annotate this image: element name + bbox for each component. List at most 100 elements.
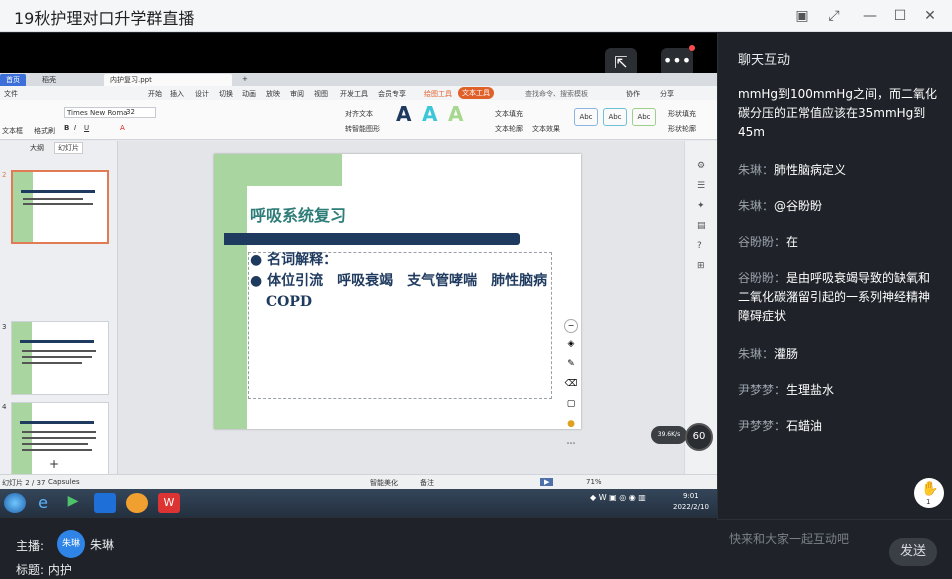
media-icon[interactable]: ▶ xyxy=(62,493,84,513)
avatar[interactable]: 朱琳 xyxy=(57,530,85,558)
menu-slideshow[interactable]: 放映 xyxy=(266,89,280,99)
animate-icon[interactable]: ✦ xyxy=(697,201,705,211)
fullscreen-icon[interactable]: ⤢ xyxy=(824,6,844,26)
align-text-button[interactable]: 对齐文本 xyxy=(345,109,373,119)
zoom-out-icon[interactable]: − xyxy=(564,319,578,333)
menu-animation[interactable]: 动画 xyxy=(242,89,256,99)
menu-design[interactable]: 设计 xyxy=(195,89,209,99)
chat-message: mmHg到100mmHg之间，而二氧化碳分压的正常值应该在35mmHg到45m xyxy=(738,85,938,142)
filter-icon[interactable]: ⚙ xyxy=(697,161,705,171)
menu-draw-tools[interactable]: 绘图工具 xyxy=(424,89,452,99)
font-color-icon[interactable]: A xyxy=(120,124,125,132)
layers-icon[interactable]: ◈ xyxy=(564,339,578,353)
notes-button[interactable]: 备注 xyxy=(420,478,434,488)
slide-thumbnail[interactable] xyxy=(11,321,109,395)
host-name: 朱琳 xyxy=(90,538,115,552)
live-video: ⇱ ••• 首页 稻壳 内护复习.ppt + 文件 开始 插入 设计 切换 动画… xyxy=(0,33,717,517)
shape-style-1[interactable]: Abc xyxy=(574,108,598,126)
menu-transition[interactable]: 切换 xyxy=(219,89,233,99)
text-effect-button[interactable]: 文本效果 xyxy=(532,124,560,134)
tab-ppt-file[interactable]: 内护复习.ppt xyxy=(104,74,232,86)
message-text: mmHg到100mmHg之间，而二氧化碳分压的正常值应该在35mmHg到45m xyxy=(738,87,937,139)
chat-message: 朱琳：灌肠 xyxy=(738,345,938,364)
pen-icon[interactable]: ✎ xyxy=(564,359,578,373)
menu-text-tools[interactable]: 文本工具 xyxy=(458,87,494,99)
slides-tab[interactable]: 幻灯片 xyxy=(54,142,83,154)
wps-icon[interactable]: W xyxy=(158,493,180,513)
slide-count: 幻灯片 2 / 37 xyxy=(2,479,46,487)
pin-icon[interactable]: ▣ xyxy=(792,6,812,26)
settings-icon[interactable]: ☰ xyxy=(697,181,705,191)
menu-collab[interactable]: 协作 xyxy=(626,89,640,99)
frame-icon[interactable]: ▢ xyxy=(564,399,578,413)
format-brush-button[interactable]: 格式刷 xyxy=(34,126,55,136)
zoom-level[interactable]: 71% xyxy=(586,478,602,486)
chat-message: 尹梦梦：生理盐水 xyxy=(738,381,938,400)
outline-tab[interactable]: 大纲 xyxy=(30,143,44,153)
text-outline-button[interactable]: 文本轮廓 xyxy=(495,124,523,134)
help-icon[interactable]: ? xyxy=(697,241,702,251)
slide-bullets[interactable]: ● 名词解释： ● 体位引流 呼吸衰竭 支气管哮喘 肺性脑病 COPD xyxy=(250,250,562,313)
text-fill-button[interactable]: 文本填充 xyxy=(495,109,523,119)
like-button[interactable]: ✋ 1 xyxy=(914,478,944,508)
more-tools-icon[interactable]: ⋯ xyxy=(564,439,578,453)
close-icon[interactable]: ✕ xyxy=(920,6,940,26)
tab-docer[interactable]: 稻壳 xyxy=(36,74,62,86)
menu-share[interactable]: 分享 xyxy=(660,89,674,99)
chat-input[interactable]: 快来和大家一起互动吧 xyxy=(729,530,849,547)
new-tab-icon[interactable]: + xyxy=(236,74,254,86)
ie-icon[interactable]: e xyxy=(32,493,54,513)
shape-outline-button[interactable]: 形状轮廓 xyxy=(668,124,696,134)
maximize-icon[interactable]: ☐ xyxy=(890,6,910,26)
window-icon[interactable]: ▤ xyxy=(697,221,706,231)
slide-green-header xyxy=(214,154,342,186)
menu-dev-tools[interactable]: 开发工具 xyxy=(340,89,368,99)
start-icon[interactable] xyxy=(4,493,26,513)
speed-gauge: 60 xyxy=(685,423,713,451)
font-size-select[interactable]: 32 xyxy=(124,107,137,117)
italic-icon[interactable]: I xyxy=(74,124,76,132)
chat-title: 聊天互动 xyxy=(738,53,791,68)
text-style-dark[interactable]: A xyxy=(396,102,411,126)
text-style-green[interactable]: A xyxy=(448,102,463,126)
eraser-icon[interactable]: ⌫ xyxy=(564,379,578,393)
shape-fill-button[interactable]: 形状填充 xyxy=(668,109,696,119)
slide-title-bar xyxy=(224,233,520,245)
minimize-icon[interactable]: — xyxy=(860,6,880,26)
smart-beautify-button[interactable]: 智能美化 xyxy=(370,478,398,488)
tab-home[interactable]: 首页 xyxy=(0,74,26,86)
bullet-item: ● 体位引流 呼吸衰竭 支气管哮喘 肺性脑病 COPD xyxy=(250,273,562,310)
backup-icon[interactable]: ⊞ xyxy=(697,261,705,271)
command-search[interactable]: 查找命令、搜索模板 xyxy=(525,89,588,99)
menu-vip[interactable]: 会员专享 xyxy=(378,89,406,99)
send-button[interactable]: 发送 xyxy=(889,538,937,566)
bullet-item: ● 名词解释： xyxy=(250,252,338,268)
status-bar: 幻灯片 2 / 37 Capsules 智能美化 备注 ▶ 71% xyxy=(0,474,717,489)
slide-title[interactable]: 呼吸系统复习 xyxy=(250,202,346,226)
slide-thumbnail[interactable] xyxy=(11,170,109,244)
app-icon[interactable] xyxy=(94,493,116,513)
menu-review[interactable]: 审阅 xyxy=(290,89,304,99)
chat-panel: 聊天互动 mmHg到100mmHg之间，而二氧化碳分压的正常值应该在35mmHg… xyxy=(717,33,952,519)
menu-file[interactable]: 文件 xyxy=(4,89,18,99)
text-box-button[interactable]: 文本框 xyxy=(2,126,23,136)
browser-icon[interactable] xyxy=(126,493,148,513)
text-style-cyan[interactable]: A xyxy=(422,102,437,126)
slide-canvas[interactable]: 呼吸系统复习 ● 名词解释： ● 体位引流 呼吸衰竭 支气管哮喘 肺性脑病 CO… xyxy=(214,154,581,429)
menu-insert[interactable]: 插入 xyxy=(170,89,184,99)
tab-strip: 首页 稻壳 内护复习.ppt + xyxy=(0,73,717,86)
clock-date: 2022/2/10 xyxy=(673,503,709,511)
play-icon[interactable]: ▶ xyxy=(540,478,554,486)
underline-icon[interactable]: U xyxy=(84,124,89,132)
bulb-icon[interactable]: ● xyxy=(564,419,578,433)
add-slide-icon[interactable]: + xyxy=(49,457,59,471)
message-text: 在 xyxy=(786,235,799,249)
menu-start[interactable]: 开始 xyxy=(148,89,162,99)
bold-icon[interactable]: B xyxy=(64,124,69,132)
smart-graphic-button[interactable]: 转智能图形 xyxy=(345,124,380,134)
menu-view[interactable]: 视图 xyxy=(314,89,328,99)
slide-thumbnail[interactable] xyxy=(11,402,109,476)
shape-style-2[interactable]: Abc xyxy=(603,108,627,126)
font-name-select[interactable]: Times New Roma xyxy=(64,107,156,118)
shape-style-3[interactable]: Abc xyxy=(632,108,656,126)
